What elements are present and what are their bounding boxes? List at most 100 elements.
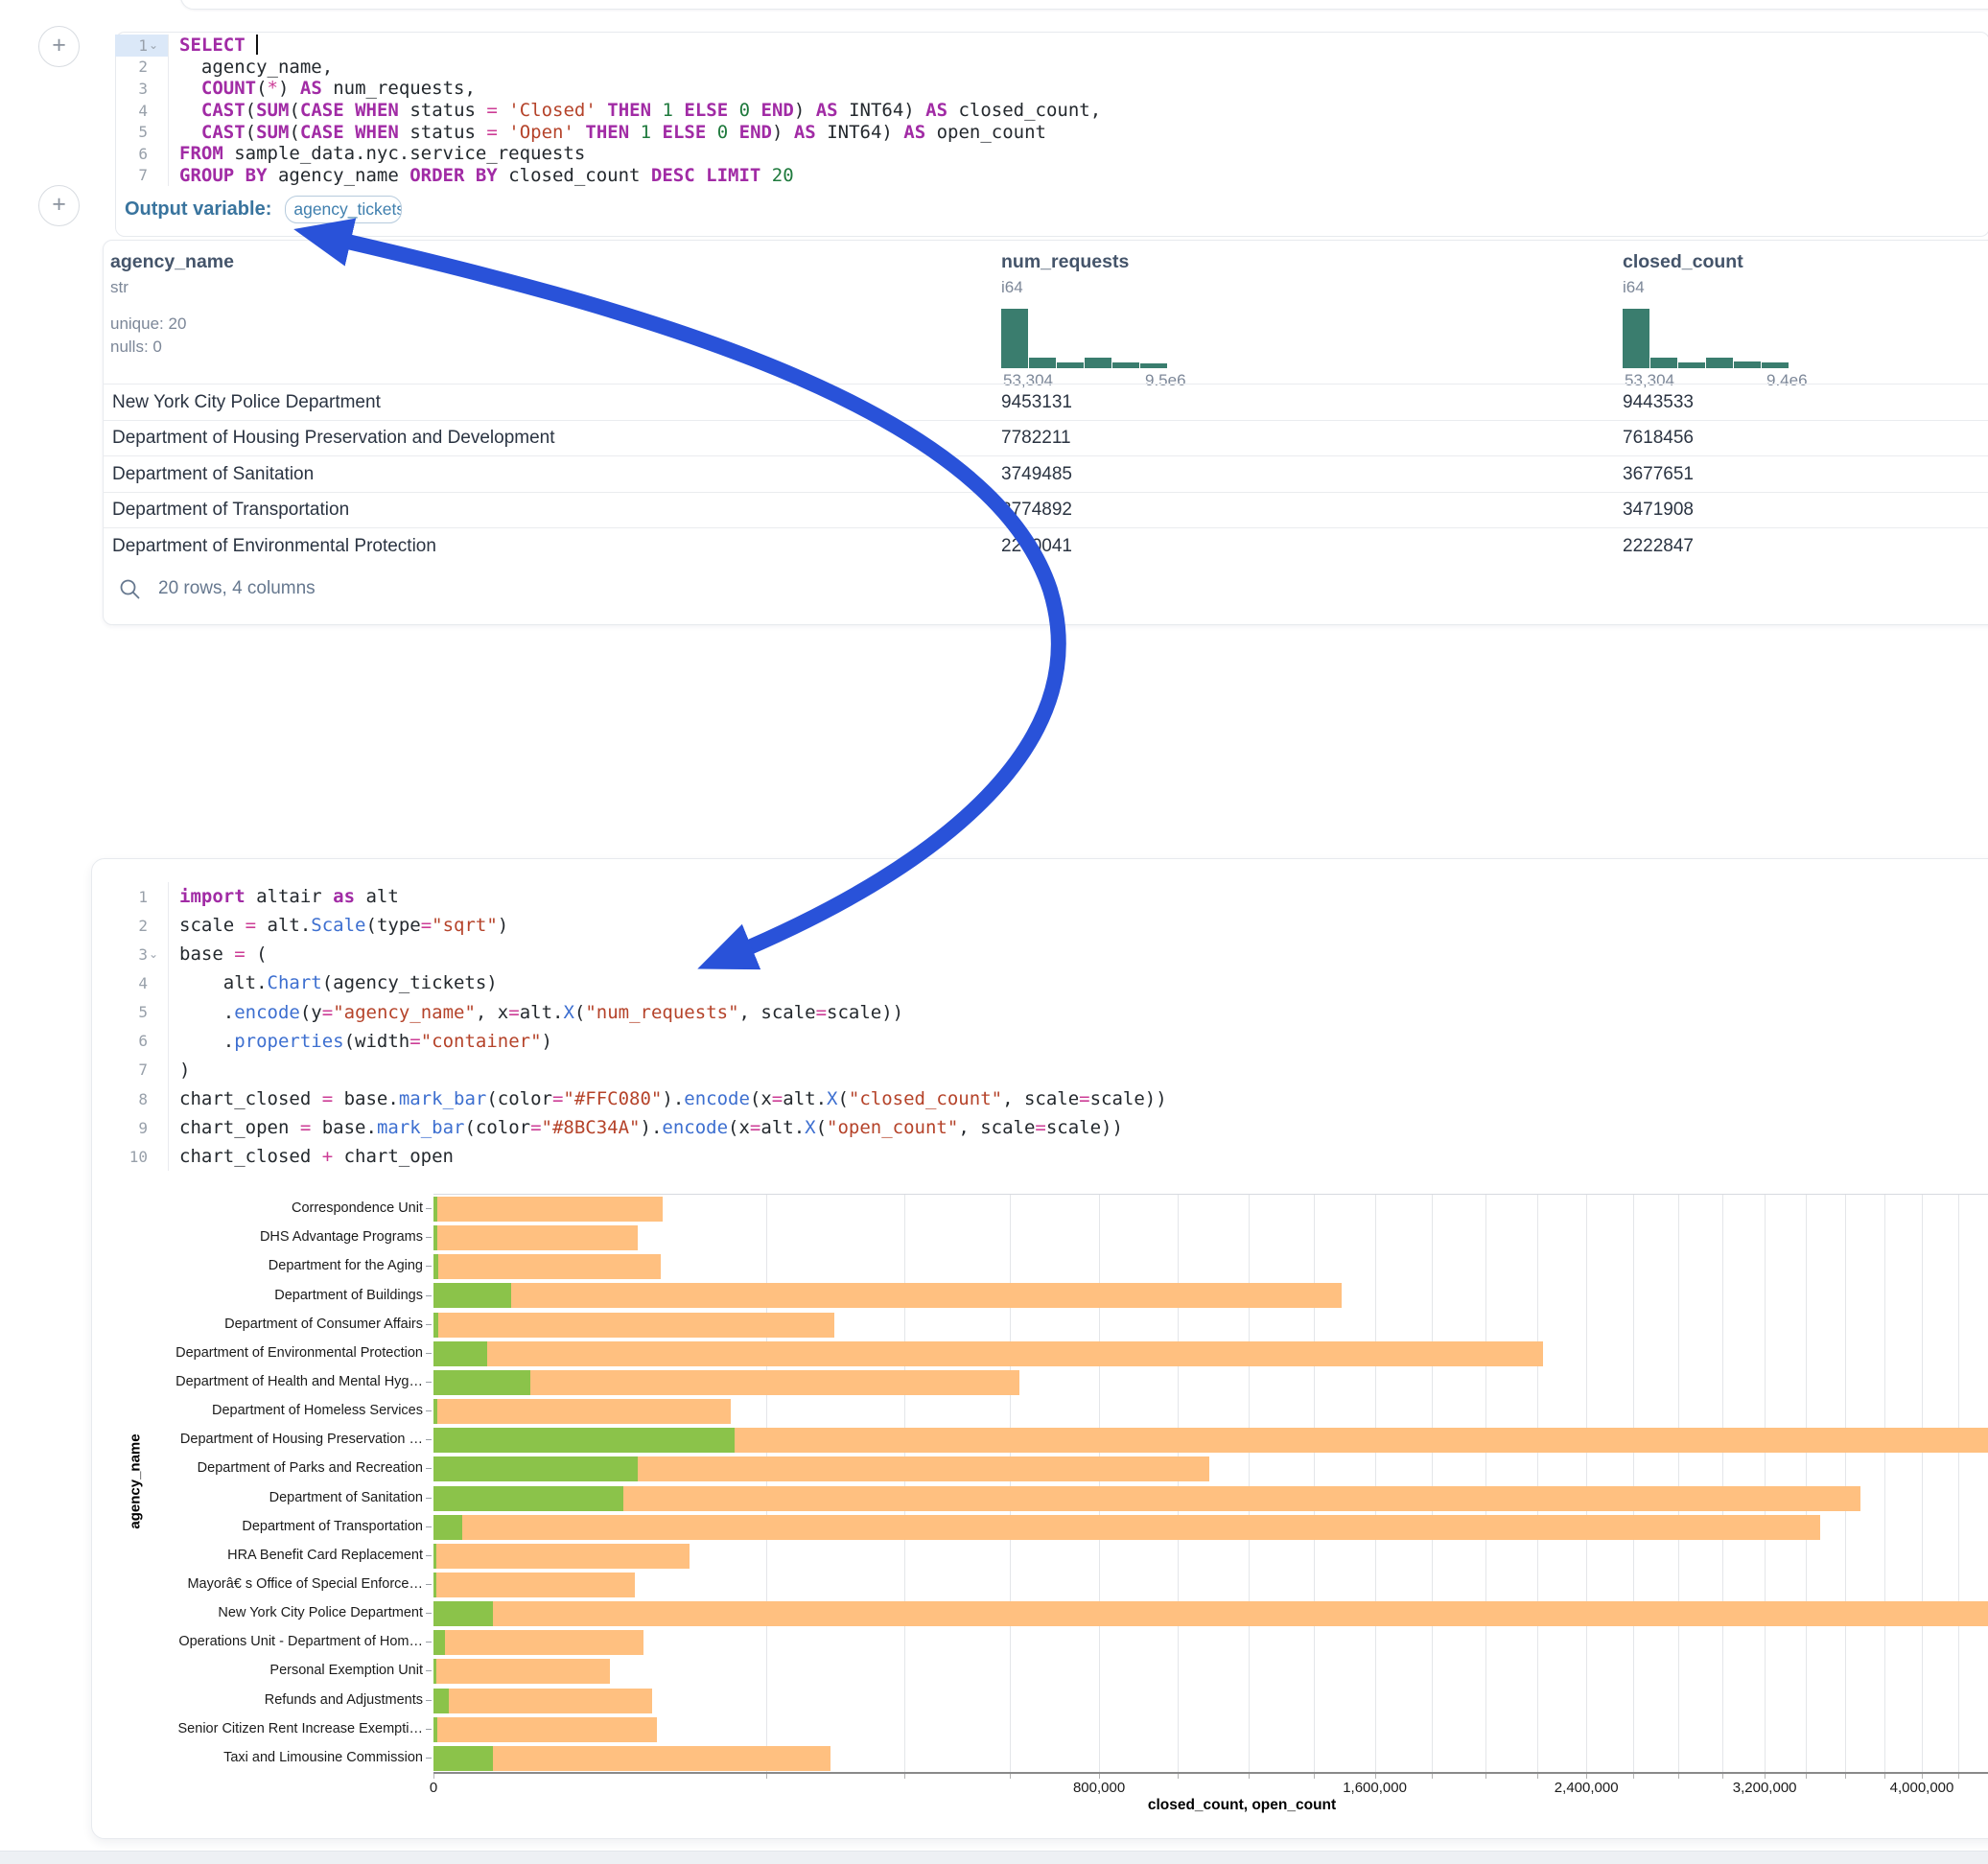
table-row[interactable]: New York City Police Department945313194… <box>103 384 1988 421</box>
y-axis-category-label: Department of Transportation <box>242 1519 423 1534</box>
x-axis-tick-label: 0 <box>430 1780 437 1796</box>
bar-open-count <box>433 1515 462 1540</box>
gridline <box>904 1195 905 1773</box>
line-number: 8 <box>115 1084 169 1113</box>
gridline <box>1845 1195 1846 1773</box>
histogram-bar <box>1029 358 1056 368</box>
gridline <box>1722 1195 1723 1773</box>
code-text: alt.Chart(agency_tickets) <box>169 972 498 993</box>
histogram-bar <box>1085 358 1111 368</box>
table-cell: 3677651 <box>1623 456 1694 493</box>
y-axis-category-label: Department of Consumer Affairs <box>224 1316 423 1332</box>
collapse-chevron-icon[interactable]: ⌄ <box>149 947 160 961</box>
output-variable-chip[interactable]: agency_tickets <box>285 196 402 223</box>
x-axis-tick-label: 2,400,000 <box>1555 1780 1619 1796</box>
y-axis-category-label: DHS Advantage Programs <box>260 1229 423 1245</box>
y-axis-category-label: Personal Exemption Unit <box>269 1663 423 1678</box>
x-axis-tick-label: 4,000,000 <box>1890 1780 1954 1796</box>
code-line[interactable]: 7) <box>115 1056 1167 1084</box>
bar-open-count <box>433 1370 530 1395</box>
code-line[interactable]: 5 CAST(SUM(CASE WHEN status = 'Open' THE… <box>115 121 1101 143</box>
code-line[interactable]: 10chart_closed + chart_open <box>115 1142 1167 1171</box>
y-axis-category-label: Department of Homeless Services <box>212 1403 423 1418</box>
column-header-closed-count[interactable]: closed_count i64 53,304 9.4e6 <box>1623 251 1814 392</box>
row-count-label: 20 rows, 4 columns <box>158 578 316 599</box>
code-line[interactable]: 8chart_closed = base.mark_bar(color="#FF… <box>115 1084 1167 1113</box>
gridline <box>1806 1195 1807 1773</box>
code-text: SELECT <box>169 35 258 56</box>
data-preview-table: agency_name str unique: 20 nulls: 0 num_… <box>103 240 1988 623</box>
y-axis-tick <box>426 1468 432 1469</box>
code-text: chart_open = base.mark_bar(color="#8BC34… <box>169 1117 1123 1138</box>
y-axis-category-label: Refunds and Adjustments <box>265 1692 423 1708</box>
code-text: ) <box>169 1060 190 1081</box>
x-axis-tick <box>1765 1774 1766 1779</box>
python-editor[interactable]: 1import altair as alt2scale = alt.Scale(… <box>115 882 1167 1171</box>
search-icon[interactable] <box>118 577 142 601</box>
y-axis-category-label: Department for the Aging <box>269 1258 423 1273</box>
code-line[interactable]: 2 agency_name, <box>115 57 1101 79</box>
x-axis-tick <box>1586 1774 1587 1779</box>
code-line[interactable]: 5 .encode(y="agency_name", x=alt.X("num_… <box>115 998 1167 1027</box>
code-line[interactable]: 1import altair as alt <box>115 882 1167 911</box>
bar-closed-count <box>433 1746 830 1771</box>
code-line[interactable]: 4 CAST(SUM(CASE WHEN status = 'Closed' T… <box>115 100 1101 122</box>
gridline <box>1586 1195 1587 1773</box>
x-axis-tick <box>1178 1774 1179 1779</box>
code-line[interactable]: 6 .properties(width="container") <box>115 1027 1167 1056</box>
y-axis-category-label: Department of Environmental Protection <box>175 1345 423 1361</box>
x-axis-tick <box>1432 1774 1433 1779</box>
code-line[interactable]: 3 COUNT(*) AS num_requests, <box>115 78 1101 100</box>
line-number: 4 <box>115 100 169 122</box>
gridline <box>1249 1195 1250 1773</box>
table-cell: 3471908 <box>1623 493 1694 529</box>
text-cursor <box>256 35 258 55</box>
code-text: GROUP BY agency_name ORDER BY closed_cou… <box>169 165 794 186</box>
line-number: 1⌄ <box>115 35 169 57</box>
bar-open-count <box>433 1630 445 1655</box>
x-axis-tick <box>1249 1774 1250 1779</box>
bar-closed-count <box>433 1515 1820 1540</box>
table-row[interactable]: Department of Environmental Protection22… <box>103 527 1988 565</box>
code-line[interactable]: 6FROM sample_data.nyc.service_requests <box>115 143 1101 165</box>
code-line[interactable]: 1⌄SELECT <box>115 35 1101 57</box>
x-axis-tick <box>1845 1774 1846 1779</box>
y-axis-tick <box>426 1410 432 1411</box>
bar-closed-count <box>433 1341 1543 1366</box>
code-line[interactable]: 9chart_open = base.mark_bar(color="#8BC3… <box>115 1113 1167 1142</box>
column-header-num-requests[interactable]: num_requests i64 53,304 9.5e6 <box>1001 251 1193 392</box>
bar-open-count <box>433 1544 436 1569</box>
line-number: 2 <box>115 911 169 940</box>
table-row[interactable]: Department of Sanitation37494853677651 <box>103 455 1988 493</box>
table-cell: Department of Housing Preservation and D… <box>112 421 555 457</box>
code-text: CAST(SUM(CASE WHEN status = 'Open' THEN … <box>169 122 1046 143</box>
gridline <box>1884 1195 1885 1773</box>
gridline <box>1010 1195 1011 1773</box>
code-line[interactable]: 7GROUP BY agency_name ORDER BY closed_co… <box>115 165 1101 187</box>
collapse-chevron-icon[interactable]: ⌄ <box>149 38 160 52</box>
table-row[interactable]: Department of Housing Preservation and D… <box>103 420 1988 457</box>
column-header-agency-name[interactable]: agency_name str unique: 20 nulls: 0 <box>110 251 234 359</box>
line-number: 4 <box>115 968 169 997</box>
code-line[interactable]: 4 alt.Chart(agency_tickets) <box>115 968 1167 997</box>
y-axis-tick <box>426 1613 432 1614</box>
histogram-bar <box>1706 358 1733 368</box>
table-cell: 7618456 <box>1623 421 1694 457</box>
gridline <box>1485 1195 1486 1773</box>
sql-editor[interactable]: 1⌄SELECT 2 agency_name,3 COUNT(*) AS num… <box>115 35 1101 186</box>
y-axis-tick <box>426 1670 432 1671</box>
y-axis-tick <box>426 1266 432 1267</box>
gridline <box>1178 1195 1179 1773</box>
add-cell-button-top[interactable]: + <box>38 26 80 67</box>
code-line[interactable]: 2scale = alt.Scale(type="sqrt") <box>115 911 1167 940</box>
code-line[interactable]: 3⌄base = ( <box>115 940 1167 968</box>
code-text: .properties(width="container") <box>169 1031 552 1052</box>
bar-closed-count <box>433 1399 731 1424</box>
add-cell-button-middle[interactable]: + <box>38 185 80 226</box>
histogram-bar <box>1678 362 1705 368</box>
x-axis-tick <box>904 1774 905 1779</box>
histogram-bar <box>1001 309 1028 368</box>
table-row[interactable]: Department of Transportation377489234719… <box>103 492 1988 529</box>
x-axis-tick <box>1314 1774 1315 1779</box>
x-axis-tick <box>1678 1774 1679 1779</box>
